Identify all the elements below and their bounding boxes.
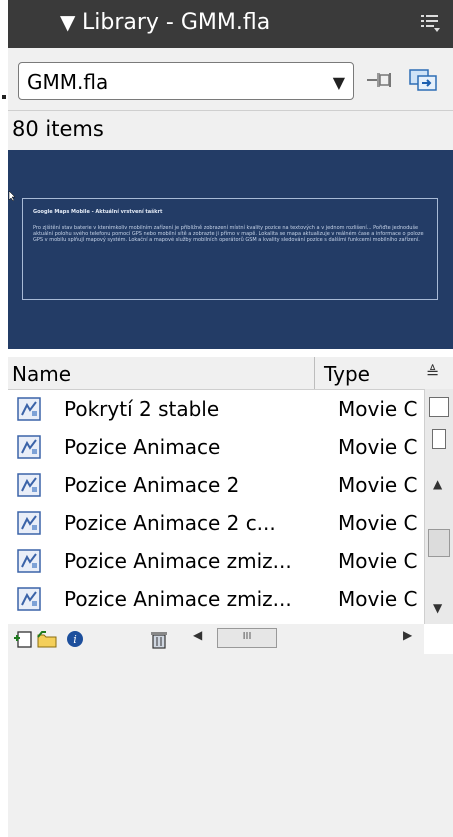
- pin-icon[interactable]: [364, 66, 394, 94]
- library-list: Name Type ≜ Pokrytí 2 stable Movie C Poz…: [8, 349, 453, 624]
- horizontal-scrollbar[interactable]: ◀ III ▶: [193, 628, 421, 650]
- cursor-icon: [8, 190, 16, 202]
- square-toggle-icon[interactable]: [429, 397, 449, 417]
- delete-icon[interactable]: [148, 628, 170, 650]
- list-item[interactable]: Pozice Animace 2 Movie C: [8, 467, 426, 505]
- movie-clip-icon: [17, 435, 41, 459]
- scroll-thumb-horizontal[interactable]: III: [217, 628, 277, 648]
- list-item[interactable]: Pokrytí 2 stable Movie C: [8, 391, 426, 429]
- scroll-down-icon[interactable]: ▼: [433, 601, 442, 615]
- library-bottom-bar: i ◀ III ▶: [8, 624, 453, 654]
- library-panel: ▼ Library - GMM.fla GMM.fla ▼ 80 items G…: [8, 0, 453, 837]
- chevron-down-icon[interactable]: ▼: [333, 73, 345, 92]
- preview-card: Google Maps Mobile - Aktuální vrstvení t…: [22, 198, 438, 300]
- library-toolbar: GMM.fla ▼: [8, 48, 453, 110]
- list-item[interactable]: Pozice Animace zmiz... Movie C: [8, 581, 426, 624]
- edge-marker: [2, 95, 6, 99]
- movie-clip-icon: [17, 587, 41, 611]
- panel-titlebar[interactable]: ▼ Library - GMM.fla: [8, 0, 453, 48]
- item-name: Pozice Animace zmiz...: [64, 549, 292, 573]
- item-type: Movie C: [338, 549, 418, 573]
- movie-clip-icon: [17, 511, 41, 535]
- column-header-type[interactable]: Type: [324, 362, 370, 386]
- vertical-scrollbar[interactable]: ▲ ▼: [424, 389, 453, 624]
- item-count-bar: 80 items: [8, 110, 453, 151]
- scroll-right-icon[interactable]: ▶: [403, 628, 412, 642]
- panel-empty-area: [8, 654, 453, 837]
- scroll-up-icon[interactable]: ▲: [433, 477, 442, 491]
- document-select-value: GMM.fla: [27, 70, 109, 94]
- left-edge: [0, 0, 8, 837]
- movie-clip-icon: [17, 397, 41, 421]
- item-name: Pozice Animace 2: [64, 473, 240, 497]
- list-header: Name Type ≜: [8, 357, 453, 390]
- preview-body: Pro zjištění stav baterie v kterémkoliv …: [33, 225, 424, 243]
- svg-text:i: i: [73, 633, 77, 646]
- panel-title: Library - GMM.fla: [82, 10, 271, 35]
- narrow-toggle-icon[interactable]: [432, 429, 446, 449]
- panel-menu-icon[interactable]: [419, 12, 441, 34]
- item-name: Pozice Animace: [64, 435, 221, 459]
- item-type: Movie C: [338, 473, 418, 497]
- item-type: Movie C: [338, 397, 418, 421]
- new-library-panel-icon[interactable]: [408, 66, 440, 94]
- list-item[interactable]: Pozice Animace Movie C: [8, 429, 426, 467]
- symbol-preview: Google Maps Mobile - Aktuální vrstvení t…: [8, 150, 453, 349]
- sort-order-icon[interactable]: ≜: [426, 363, 439, 382]
- item-type: Movie C: [338, 511, 418, 535]
- scroll-left-icon[interactable]: ◀: [193, 628, 202, 642]
- new-folder-icon[interactable]: [36, 628, 58, 650]
- list-item[interactable]: Pozice Animace 2 c... Movie C: [8, 505, 426, 543]
- item-name: Pozice Animace zmiz...: [64, 587, 292, 611]
- new-symbol-icon[interactable]: [12, 628, 34, 650]
- triangle-down-icon[interactable]: ▼: [60, 10, 75, 34]
- item-type: Movie C: [338, 587, 418, 611]
- item-name: Pokrytí 2 stable: [64, 397, 220, 421]
- item-type: Movie C: [338, 435, 418, 459]
- preview-title: Google Maps Mobile - Aktuální vrstvení t…: [33, 209, 163, 215]
- item-name: Pozice Animace 2 c...: [64, 511, 276, 535]
- column-header-name[interactable]: Name: [12, 362, 71, 386]
- properties-icon[interactable]: i: [64, 628, 86, 650]
- scroll-thumb[interactable]: [428, 529, 450, 557]
- movie-clip-icon: [17, 473, 41, 497]
- movie-clip-icon: [17, 549, 41, 573]
- list-item[interactable]: Pozice Animace zmiz... Movie C: [8, 543, 426, 581]
- document-select[interactable]: GMM.fla ▼: [18, 62, 354, 100]
- item-count: 80 items: [12, 117, 104, 141]
- scroll-corner: [424, 624, 453, 654]
- column-divider[interactable]: [314, 357, 315, 389]
